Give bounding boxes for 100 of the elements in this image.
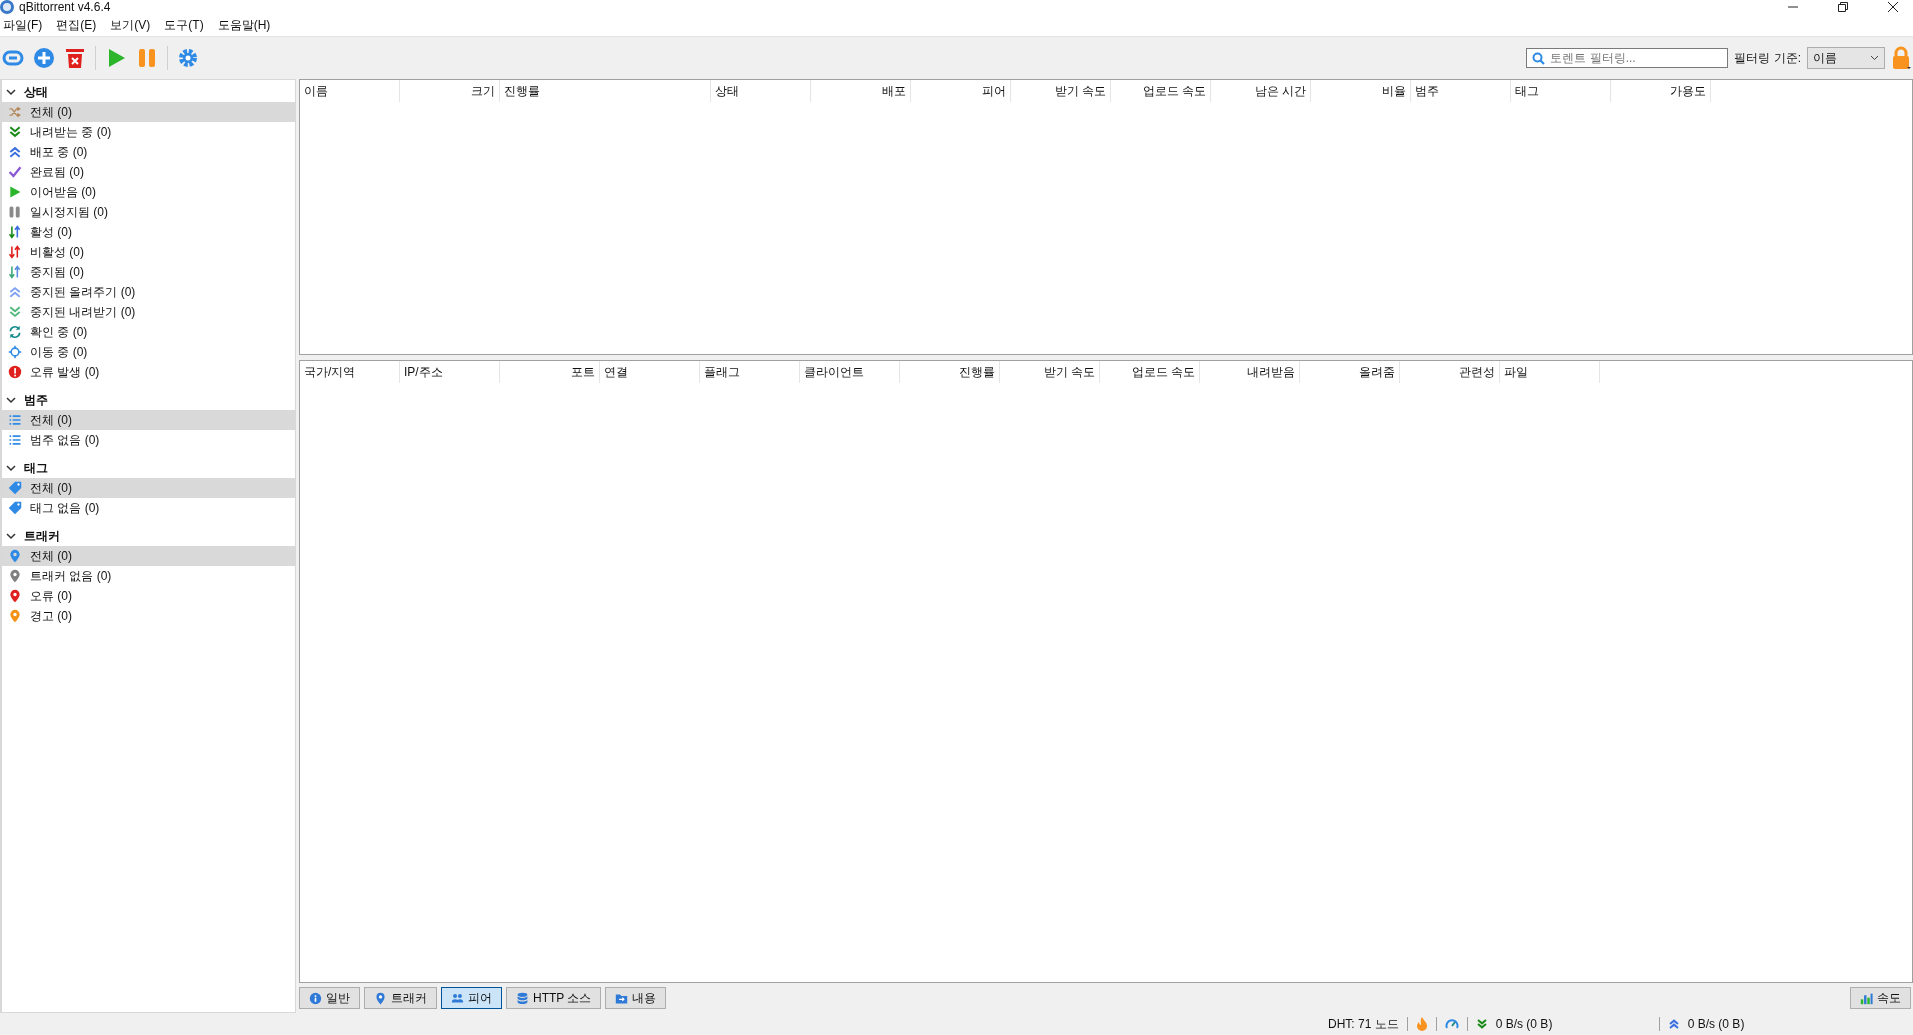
search-icon: [1532, 52, 1546, 65]
close-icon[interactable]: [1887, 1, 1899, 13]
sidebar-item[interactable]: 경고 (0): [2, 606, 295, 626]
column-header[interactable]: 업로드 속도: [1142, 82, 1206, 100]
menu-item[interactable]: 도움말(H): [217, 16, 271, 34]
add-icon[interactable]: [33, 47, 55, 69]
app-logo-icon: [0, 0, 14, 14]
people-icon: [451, 991, 464, 1005]
column-header[interactable]: 상태: [715, 82, 739, 100]
delete-icon[interactable]: [64, 47, 86, 69]
column-header[interactable]: 비율: [1382, 82, 1406, 100]
column-header[interactable]: 진행률: [504, 82, 540, 100]
info-icon: [309, 991, 322, 1005]
sidebar-section-title: 태그: [24, 459, 48, 477]
filter-dropdown[interactable]: 이름: [1807, 47, 1885, 69]
column-header[interactable]: 파일: [1504, 363, 1528, 381]
menu-item[interactable]: 도구(T): [164, 16, 204, 34]
detail-tab[interactable]: 내용: [605, 987, 667, 1009]
column-header[interactable]: 받기 속도: [1043, 363, 1095, 381]
column-header[interactable]: 태그: [1515, 82, 1539, 100]
column-header[interactable]: 이름: [304, 82, 328, 100]
sidebar-item[interactable]: 완료됨 (0): [2, 162, 295, 182]
status-icon: [8, 433, 22, 447]
column-header[interactable]: 클라이언트: [804, 363, 864, 381]
search-field[interactable]: 토렌트 필터링...: [1526, 48, 1729, 68]
column-header[interactable]: 플래그: [704, 363, 740, 381]
lock-icon[interactable]: [1891, 46, 1911, 70]
sidebar-item[interactable]: 태그 없음 (0): [2, 498, 295, 518]
speed-button[interactable]: 속도: [1850, 987, 1911, 1009]
sidebar-section-title: 트래커: [24, 527, 60, 545]
status-icon: [8, 501, 22, 515]
db-icon: [516, 991, 529, 1005]
menu-item[interactable]: 보기(V): [110, 16, 151, 34]
detail-tab[interactable]: 트래커: [364, 987, 437, 1009]
sidebar-item[interactable]: 활성 (0): [2, 222, 295, 242]
status-icon: [8, 165, 22, 179]
speedometer-icon[interactable]: [1444, 1017, 1459, 1031]
pause-icon[interactable]: [136, 47, 158, 69]
sidebar-item[interactable]: 이어받음 (0): [2, 182, 295, 202]
column-header[interactable]: 관련성: [1459, 363, 1495, 381]
settings-icon[interactable]: [177, 47, 199, 69]
column-header[interactable]: 업로드 속도: [1131, 363, 1195, 381]
status-icon: [8, 185, 22, 199]
sidebar-item[interactable]: 확인 중 (0): [2, 322, 295, 342]
column-header[interactable]: 국가/지역: [304, 363, 356, 381]
column-header[interactable]: 내려받음: [1247, 363, 1295, 381]
status-icon: [8, 225, 22, 239]
sidebar-item[interactable]: 중지됨 (0): [2, 262, 295, 282]
sidebar-item[interactable]: 내려받는 중 (0): [2, 122, 295, 142]
flame-icon[interactable]: [1415, 1017, 1428, 1031]
sidebar-item[interactable]: 중지된 올려주기 (0): [2, 282, 295, 302]
detail-tab[interactable]: 일반: [299, 987, 360, 1009]
sidebar-item[interactable]: 전체 (0): [2, 102, 295, 122]
restore-icon[interactable]: [1837, 1, 1849, 13]
detail-tab[interactable]: 피어: [441, 987, 502, 1009]
sidebar-item[interactable]: 이동 중 (0): [2, 342, 295, 362]
column-header[interactable]: 받기 속도: [1054, 82, 1106, 100]
status-icon: [8, 481, 22, 495]
status-icon: [8, 205, 22, 219]
sidebar-item[interactable]: 중지된 내려받기 (0): [2, 302, 295, 322]
sidebar-section-title: 상태: [24, 83, 48, 101]
window-title: qBittorrent v4.6.4: [19, 0, 111, 14]
sidebar-item[interactable]: 배포 중 (0): [2, 142, 295, 162]
sidebar-item[interactable]: 트래커 없음 (0): [2, 566, 295, 586]
sidebar-item[interactable]: 오류 발생 (0): [2, 362, 295, 382]
bar-chart-icon: [1860, 991, 1873, 1005]
sidebar-item[interactable]: 오류 (0): [2, 586, 295, 606]
column-header[interactable]: 올려줌: [1359, 363, 1395, 381]
sidebar-item[interactable]: 전체 (0): [2, 546, 295, 566]
status-icon: [8, 413, 22, 427]
column-header[interactable]: 진행률: [959, 363, 995, 381]
status-icon: [8, 325, 22, 339]
menu-item[interactable]: 편집(E): [56, 16, 97, 34]
sidebar-item[interactable]: 전체 (0): [2, 410, 295, 430]
upload-speed: 0 B/s (0 B): [1687, 1017, 1745, 1031]
menu-item[interactable]: 파일(F): [3, 16, 43, 34]
column-header[interactable]: 크기: [471, 82, 495, 100]
status-icon: [8, 285, 22, 299]
sidebar-item[interactable]: 일시정지됨 (0): [2, 202, 295, 222]
column-header[interactable]: 피어: [982, 82, 1006, 100]
pin-icon: [374, 991, 387, 1005]
status-icon: [8, 345, 22, 359]
status-icon: [8, 305, 22, 319]
filter-label: 필터링 기준:: [1734, 49, 1801, 67]
status-icon: [8, 125, 22, 139]
sidebar-item[interactable]: 비활성 (0): [2, 242, 295, 262]
download-speed: 0 B/s (0 B): [1495, 1017, 1554, 1031]
detail-tab[interactable]: HTTP 소스: [506, 987, 602, 1009]
download-icon: [1475, 1018, 1488, 1030]
sidebar-item[interactable]: 전체 (0): [2, 478, 295, 498]
column-header[interactable]: 범주: [1415, 82, 1439, 100]
sidebar-item[interactable]: 범주 없음 (0): [2, 430, 295, 450]
status-icon: [8, 105, 22, 119]
column-header[interactable]: 가용도: [1670, 82, 1706, 100]
column-header[interactable]: 연결: [604, 363, 628, 381]
column-header[interactable]: 배포: [882, 82, 906, 100]
column-header[interactable]: 포트: [571, 363, 595, 381]
column-header[interactable]: IP/주소: [404, 363, 443, 381]
column-header[interactable]: 남은 시간: [1254, 82, 1306, 100]
status-icon: [8, 245, 22, 259]
